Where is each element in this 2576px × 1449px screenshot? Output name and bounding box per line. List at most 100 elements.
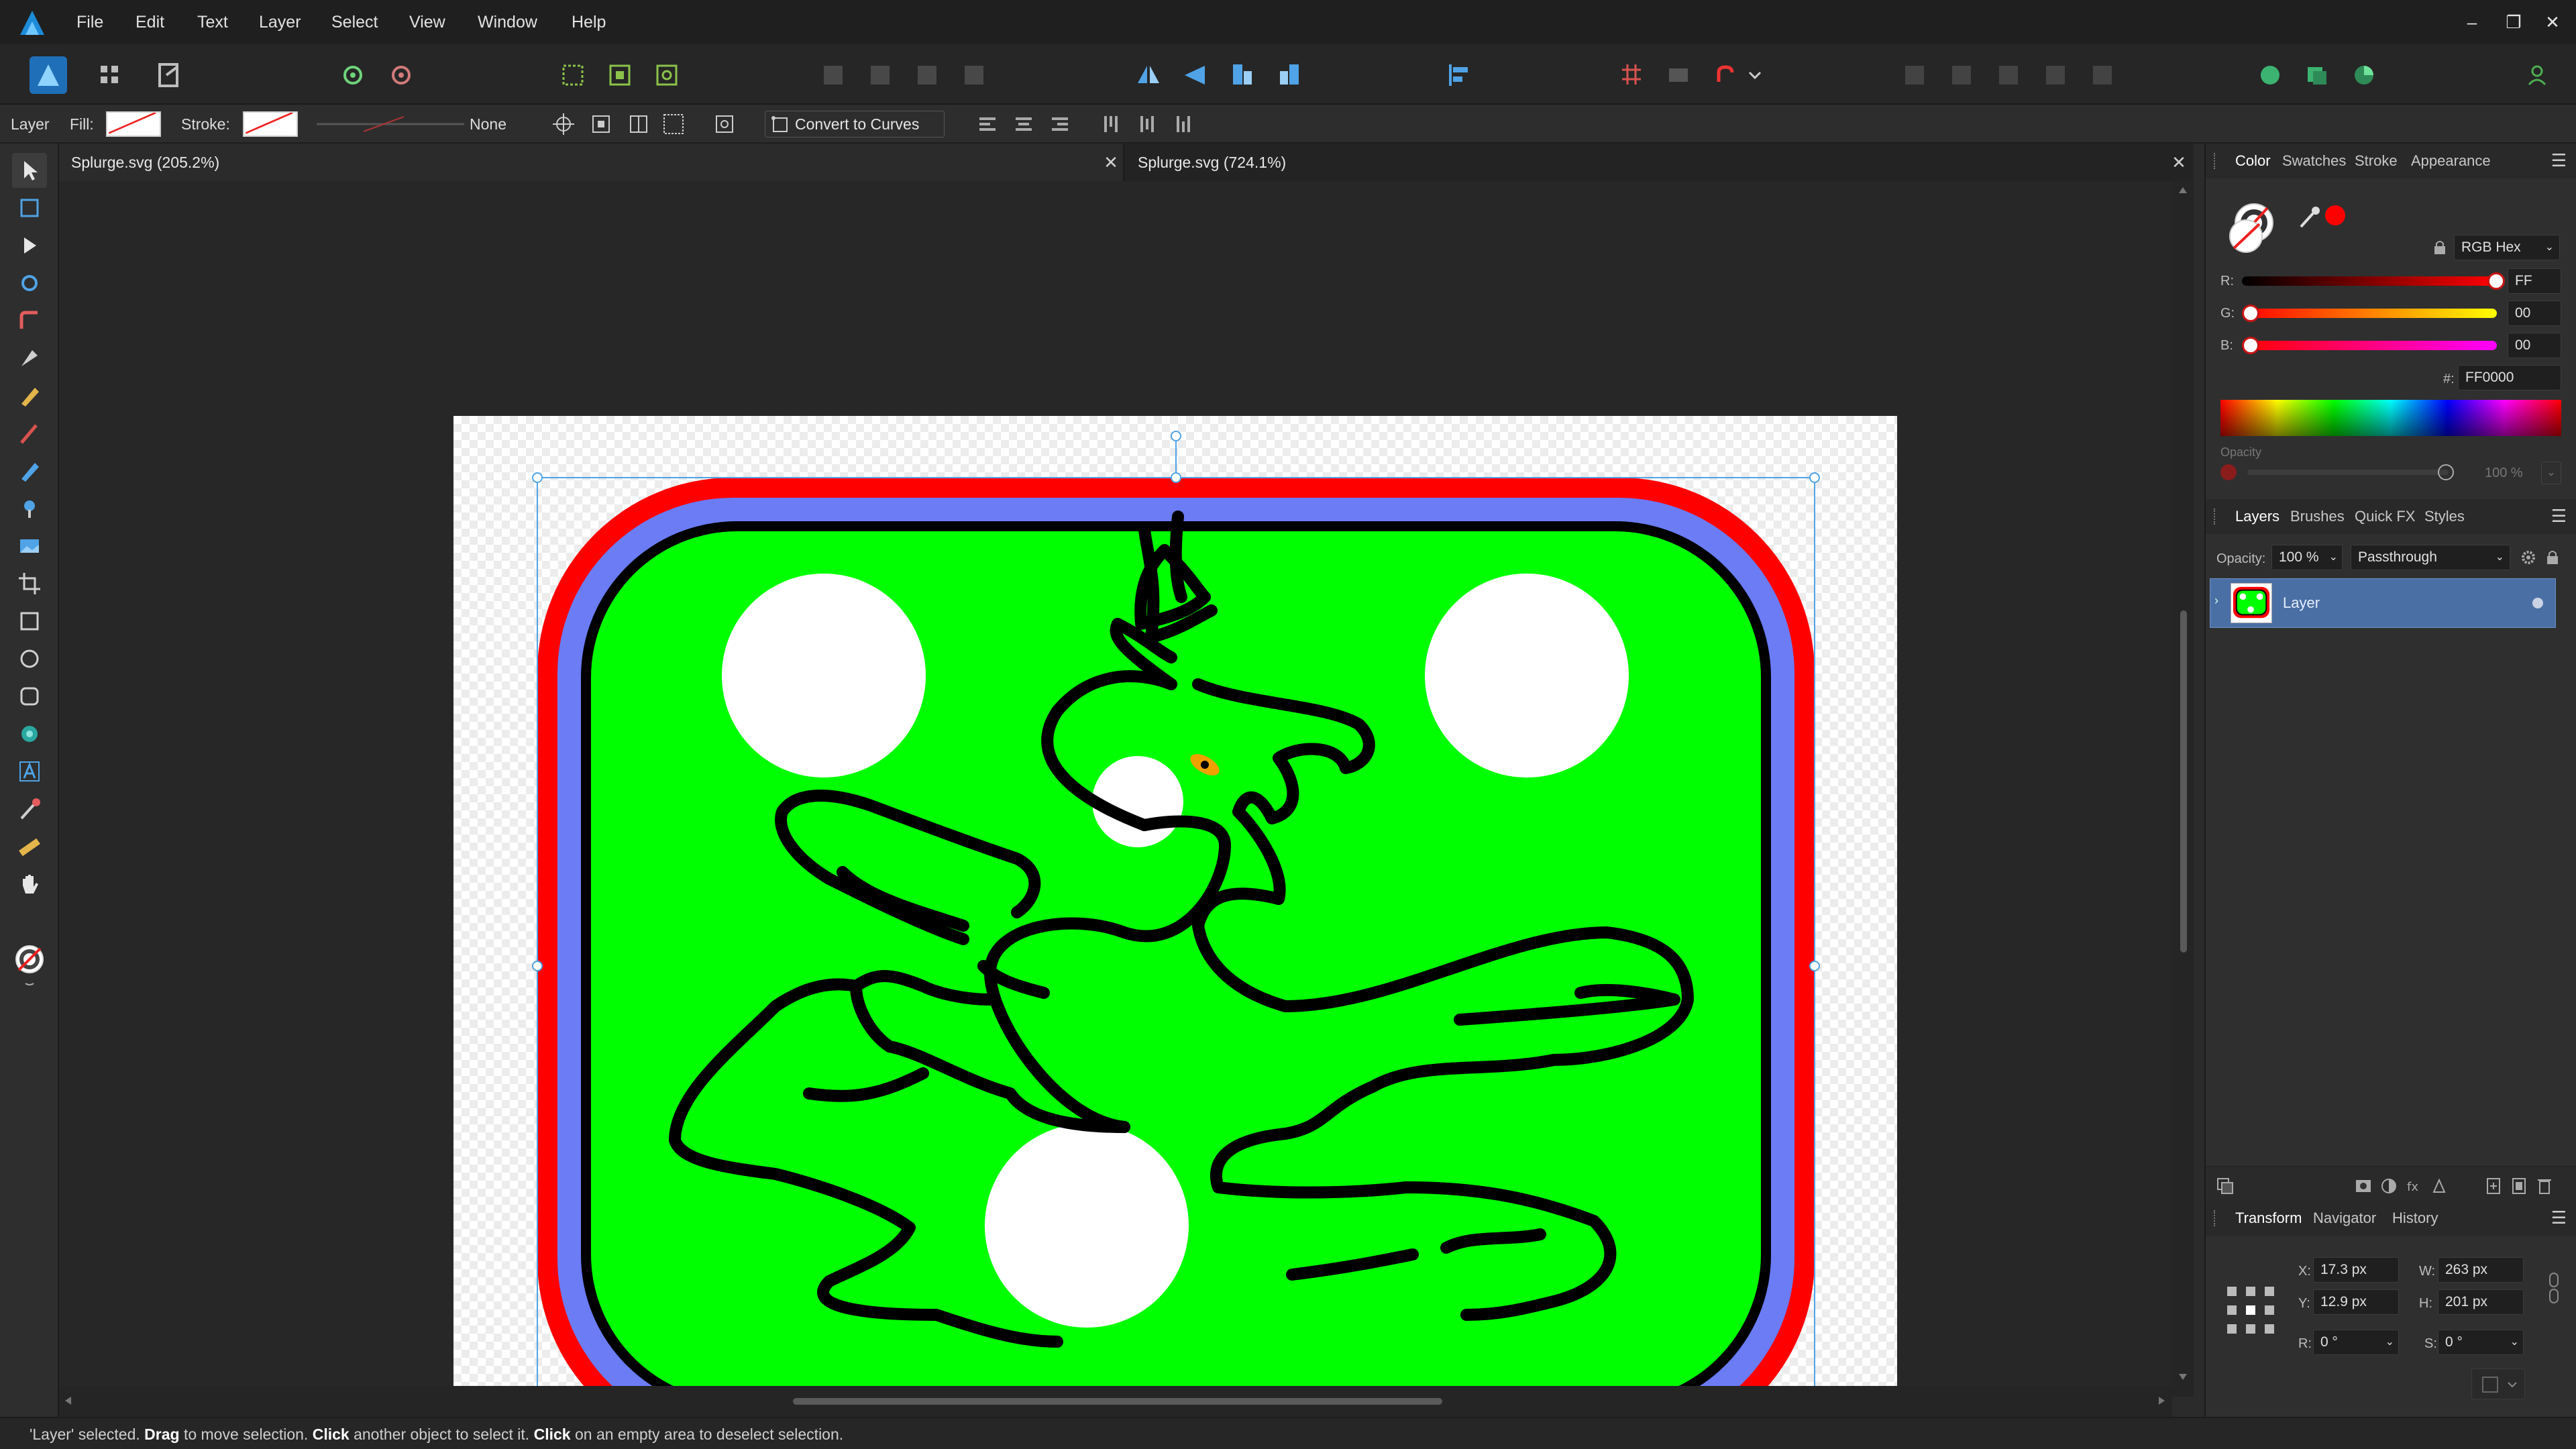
chevron-down-icon[interactable]: ⌄ bbox=[2541, 462, 2561, 484]
artboard-tool-icon[interactable] bbox=[12, 191, 47, 225]
align-center-icon[interactable] bbox=[1010, 111, 1037, 138]
snapping-options-icon[interactable] bbox=[382, 56, 420, 94]
transform-options-button[interactable] bbox=[2471, 1368, 2525, 1399]
affinity-designer-logo-icon[interactable] bbox=[16, 7, 48, 39]
measure-tool-icon[interactable] bbox=[12, 829, 47, 864]
tab-stroke[interactable]: Stroke bbox=[2355, 144, 2398, 178]
x-value[interactable]: 17.3 px bbox=[2313, 1257, 2399, 1283]
place-image-tool-icon[interactable] bbox=[12, 529, 47, 564]
handle-w[interactable] bbox=[532, 961, 543, 971]
tab-history[interactable]: History bbox=[2392, 1201, 2438, 1236]
ellipse-tool-icon[interactable] bbox=[12, 641, 47, 676]
node-tool-icon[interactable] bbox=[12, 228, 47, 263]
show-alignment-handles-icon[interactable] bbox=[711, 111, 738, 138]
account-icon[interactable] bbox=[2518, 56, 2556, 94]
gear-icon[interactable] bbox=[2520, 549, 2537, 566]
designer-persona-icon[interactable] bbox=[30, 56, 67, 94]
artwork[interactable] bbox=[453, 416, 1897, 1449]
boolean-divide-icon[interactable] bbox=[955, 56, 993, 94]
layer-opacity-dropdown[interactable]: 100 % ⌄ bbox=[2271, 545, 2343, 570]
color-spectrum[interactable] bbox=[2220, 400, 2561, 436]
color-mode-dropdown[interactable]: RGB Hex ⌄ bbox=[2454, 235, 2560, 260]
align-top-icon[interactable] bbox=[1097, 111, 1124, 138]
w-value[interactable]: 263 px bbox=[2438, 1257, 2524, 1283]
lock-icon[interactable] bbox=[2431, 239, 2449, 256]
mask-layer-icon[interactable] bbox=[2353, 1176, 2373, 1196]
lock-icon[interactable] bbox=[2545, 549, 2560, 566]
menu-edit[interactable]: Edit bbox=[136, 0, 164, 44]
live-filter-icon[interactable] bbox=[2430, 1176, 2450, 1196]
tab-styles[interactable]: Styles bbox=[2424, 499, 2465, 534]
blue-slider-knob[interactable] bbox=[2242, 337, 2259, 354]
opacity-slider-knob[interactable] bbox=[2438, 464, 2454, 480]
menu-layer[interactable]: Layer bbox=[259, 0, 301, 44]
snapping-icon[interactable] bbox=[334, 56, 372, 94]
green-slider[interactable] bbox=[2242, 309, 2497, 318]
canvas[interactable] bbox=[59, 181, 2172, 1449]
red-slider[interactable] bbox=[2242, 276, 2497, 286]
green-value[interactable]: 00 bbox=[2508, 301, 2561, 326]
transparency-tool-icon[interactable] bbox=[12, 491, 47, 526]
crosshair-icon[interactable] bbox=[550, 111, 577, 138]
expand-chevron-icon[interactable]: › bbox=[2214, 594, 2218, 608]
rectangle-tool-icon[interactable] bbox=[12, 604, 47, 639]
layer-options-icon[interactable] bbox=[2215, 1176, 2235, 1196]
transform-mode-icon[interactable] bbox=[588, 111, 614, 138]
panel-menu-icon[interactable]: ☰ bbox=[2551, 150, 2567, 171]
menu-window[interactable]: Window bbox=[478, 0, 537, 44]
shapes-tool-icon[interactable] bbox=[12, 716, 47, 751]
add-layer-icon[interactable] bbox=[2483, 1176, 2504, 1196]
close-window-button[interactable]: ✕ bbox=[2536, 0, 2569, 44]
fill-swatch[interactable] bbox=[106, 111, 161, 137]
panel-grip-icon[interactable] bbox=[2214, 508, 2216, 525]
pencil-tool-icon[interactable] bbox=[12, 378, 47, 413]
selection-box-icon[interactable] bbox=[554, 56, 592, 94]
tab-layers[interactable]: Layers bbox=[2235, 499, 2279, 534]
align-icon[interactable] bbox=[1440, 56, 1477, 94]
pixel-persona-icon[interactable] bbox=[91, 56, 129, 94]
boolean-subtract-icon[interactable] bbox=[861, 56, 899, 94]
align-left-icon[interactable] bbox=[974, 111, 1001, 138]
vector-brush-tool-icon[interactable] bbox=[12, 416, 47, 451]
eyedropper-icon[interactable] bbox=[2296, 204, 2322, 231]
fill-stroke-color-well[interactable] bbox=[2220, 197, 2281, 258]
tab-swatches[interactable]: Swatches bbox=[2282, 144, 2346, 178]
distribute-icon[interactable] bbox=[660, 111, 687, 138]
green-slider-knob[interactable] bbox=[2242, 305, 2259, 322]
toggle-view-icon[interactable] bbox=[1660, 56, 1697, 94]
share-icon[interactable] bbox=[2298, 56, 2336, 94]
boolean-add-icon[interactable] bbox=[814, 56, 852, 94]
tab-quick-fx[interactable]: Quick FX bbox=[2355, 499, 2415, 534]
vertical-scrollbar[interactable] bbox=[2172, 181, 2194, 1397]
transform-objects-separately-icon[interactable] bbox=[625, 111, 652, 138]
tab-document-2[interactable]: Splurge.svg (724.1%) bbox=[1126, 144, 2194, 181]
chevron-down-icon[interactable] bbox=[1743, 56, 1767, 94]
flip-horizontal-icon[interactable] bbox=[1130, 56, 1167, 94]
fx-icon[interactable]: fx bbox=[2404, 1176, 2424, 1196]
red-slider-knob[interactable] bbox=[2487, 272, 2505, 290]
h-value[interactable]: 201 px bbox=[2438, 1289, 2524, 1315]
restore-button[interactable]: ❐ bbox=[2497, 0, 2530, 44]
align-right-icon[interactable] bbox=[1046, 111, 1073, 138]
boolean-intersect-icon[interactable] bbox=[908, 56, 946, 94]
arrange-backward-icon[interactable] bbox=[1943, 56, 1980, 94]
menu-help[interactable]: Help bbox=[572, 0, 606, 44]
menu-view[interactable]: View bbox=[409, 0, 445, 44]
panel-menu-icon[interactable]: ☰ bbox=[2551, 506, 2567, 527]
rotate-left-icon[interactable] bbox=[1224, 56, 1261, 94]
tab-transform[interactable]: Transform bbox=[2235, 1201, 2302, 1236]
pen-tool-icon[interactable] bbox=[12, 341, 47, 376]
tab-navigator[interactable]: Navigator bbox=[2313, 1201, 2376, 1236]
tab-brushes[interactable]: Brushes bbox=[2290, 499, 2345, 534]
point-transform-tool-icon[interactable] bbox=[12, 266, 47, 301]
menu-file[interactable]: File bbox=[76, 0, 103, 44]
corner-tool-icon[interactable] bbox=[12, 303, 47, 338]
rounded-rectangle-tool-icon[interactable] bbox=[12, 679, 47, 714]
handle-n[interactable] bbox=[1171, 472, 1181, 483]
tab-document-1[interactable]: Splurge.svg (205.2%) bbox=[59, 144, 1124, 181]
red-value[interactable]: FF bbox=[2508, 268, 2561, 294]
y-value[interactable]: 12.9 px bbox=[2313, 1289, 2399, 1315]
transform-origin-icon[interactable] bbox=[601, 56, 639, 94]
artistic-text-tool-icon[interactable] bbox=[12, 754, 47, 789]
handle-ne[interactable] bbox=[1809, 472, 1820, 483]
